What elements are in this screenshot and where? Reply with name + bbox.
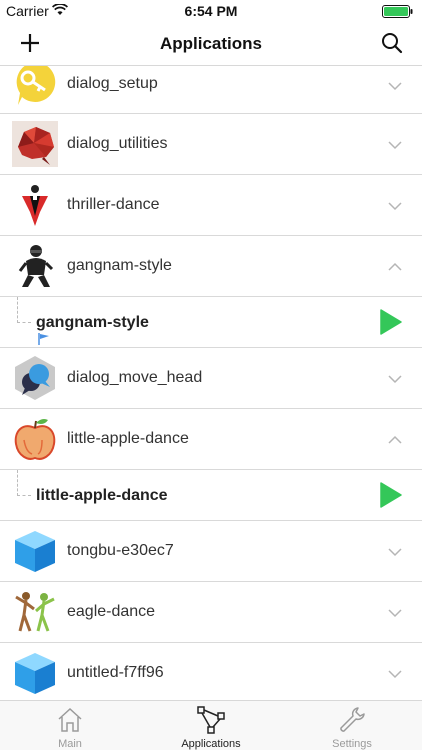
app-name: dialog_setup (67, 75, 158, 92)
chevron-down-icon[interactable] (388, 608, 402, 618)
chevron-down-icon[interactable] (388, 81, 402, 91)
dancers-icon (15, 592, 55, 632)
tab-applications[interactable]: Applications (141, 701, 281, 750)
app-name: little-apple-dance (67, 430, 189, 447)
tree-connector (17, 297, 31, 323)
tab-label: Applications (181, 738, 241, 750)
application-list: dialog_setup dialog_utilities thriller-d… (0, 66, 422, 700)
chevron-up-icon[interactable] (388, 262, 402, 272)
home-icon (58, 707, 82, 732)
list-item-child-little-apple-dance[interactable]: little-apple-dance (0, 470, 422, 521)
child-app-name: little-apple-dance (36, 487, 168, 504)
app-name: gangnam-style (67, 257, 172, 274)
wrench-icon (340, 707, 365, 732)
list-item-little-apple-dance[interactable]: little-apple-dance (0, 409, 422, 470)
chevron-down-icon[interactable] (388, 201, 402, 211)
blue-cube-icon (15, 653, 55, 694)
play-icon[interactable] (380, 309, 402, 335)
list-item-child-gangnam-style[interactable]: gangnam-style (0, 297, 422, 348)
app-name: untitled-f7ff96 (67, 664, 164, 681)
list-item-tongbu-e30ec7[interactable]: tongbu-e30ec7 (0, 521, 422, 582)
chevron-down-icon[interactable] (388, 374, 402, 384)
brain-icon (12, 121, 58, 167)
list-item-untitled-f7ff96[interactable]: untitled-f7ff96 (0, 643, 422, 700)
app-name: dialog_utilities (67, 135, 168, 152)
navigation-bar: Applications (0, 22, 422, 66)
list-item-dialog-move-head[interactable]: dialog_move_head (0, 348, 422, 409)
app-name: thriller-dance (67, 196, 160, 213)
thriller-dancer-icon (22, 185, 48, 226)
tab-label: Settings (332, 738, 372, 750)
page-title: Applications (159, 34, 262, 53)
list-item-dialog-setup[interactable]: dialog_setup (0, 66, 422, 114)
list-item-gangnam-style[interactable]: gangnam-style (0, 236, 422, 297)
battery-icon (382, 5, 413, 18)
play-icon[interactable] (380, 482, 402, 508)
list-item-eagle-dance[interactable]: eagle-dance (0, 582, 422, 643)
blue-cube-icon (15, 531, 55, 572)
status-bar: Carrier 6:54 PM (0, 0, 422, 22)
chevron-up-icon[interactable] (388, 435, 402, 445)
tab-bar: Main Applications Settings (0, 700, 422, 750)
tab-label: Main (58, 738, 82, 750)
list-item-dialog-utilities[interactable]: dialog_utilities (0, 114, 422, 175)
chevron-down-icon[interactable] (388, 547, 402, 557)
list-item-thriller-dance[interactable]: thriller-dance (0, 175, 422, 236)
key-bubble-icon (16, 66, 56, 105)
app-name: tongbu-e30ec7 (67, 542, 174, 559)
clock-label: 6:54 PM (184, 3, 238, 19)
app-name: dialog_move_head (67, 369, 203, 386)
flag-icon (38, 333, 49, 345)
gangnam-dancer-icon (18, 245, 54, 287)
chevron-down-icon[interactable] (388, 140, 402, 150)
tab-main[interactable]: Main (0, 701, 140, 750)
tree-connector (17, 470, 31, 496)
chat-bubbles-icon (15, 356, 55, 400)
network-icon (197, 706, 225, 734)
chevron-down-icon[interactable] (388, 669, 402, 679)
tab-settings[interactable]: Settings (282, 701, 422, 750)
search-icon[interactable] (380, 31, 404, 55)
child-app-name: gangnam-style (36, 314, 149, 331)
app-name: eagle-dance (67, 603, 156, 620)
apple-icon (14, 419, 56, 460)
